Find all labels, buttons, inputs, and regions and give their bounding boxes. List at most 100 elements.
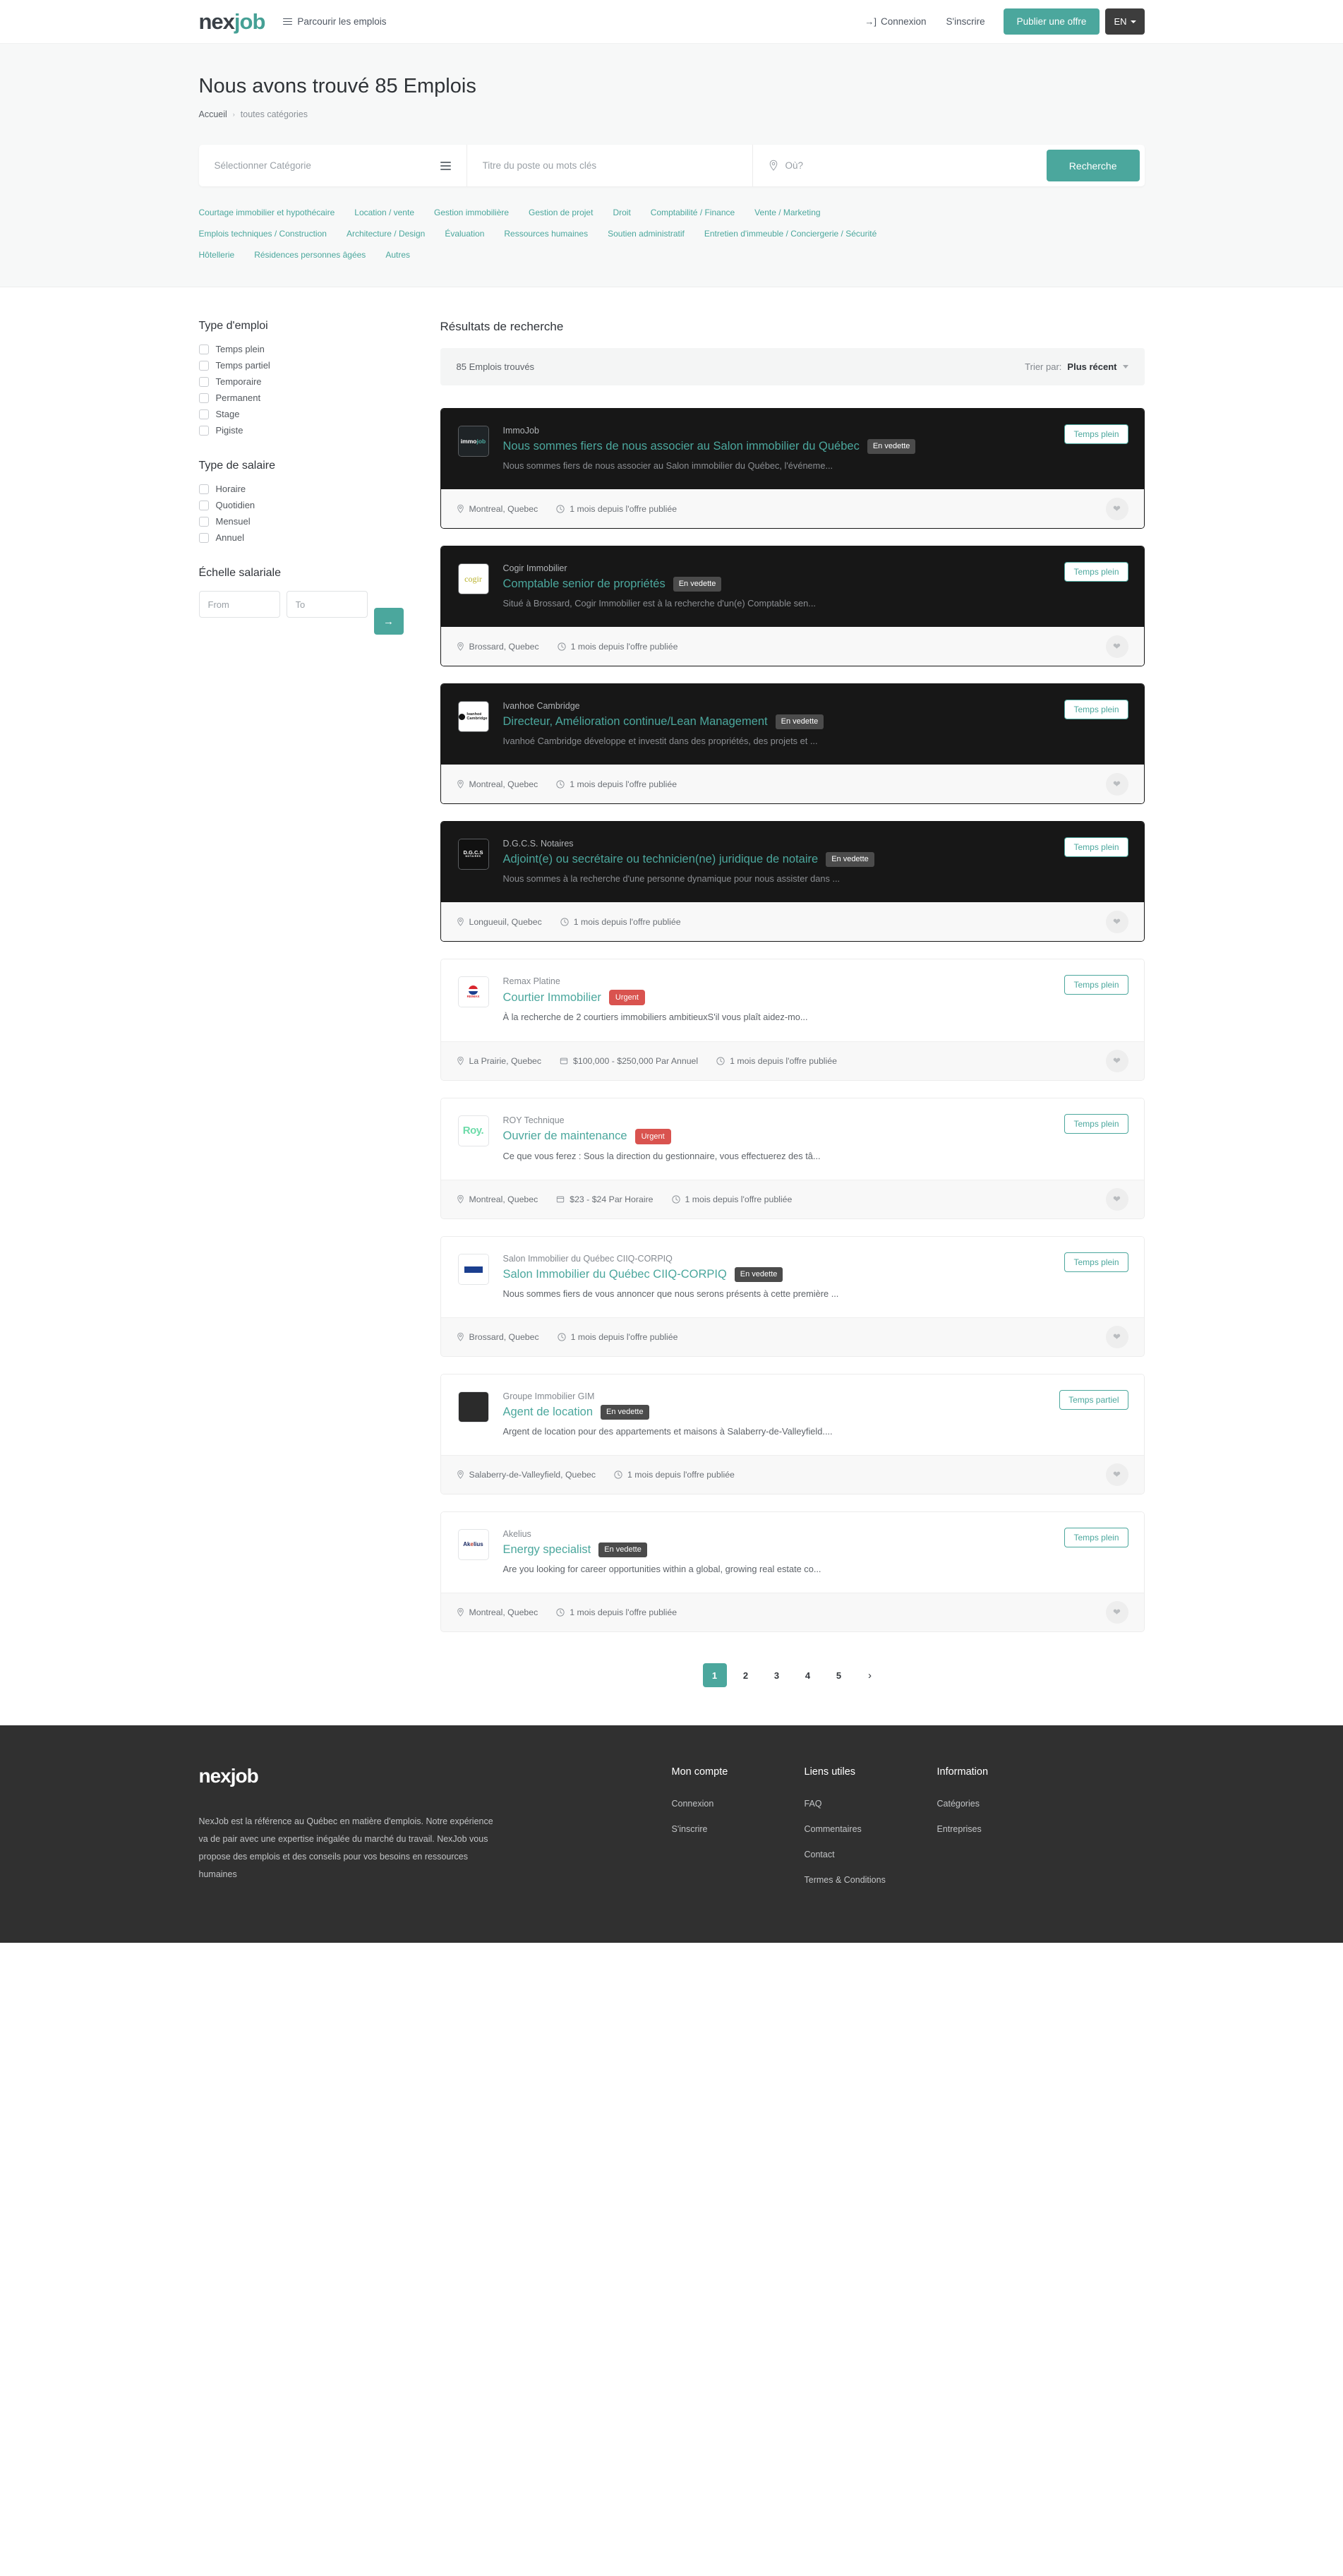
job-title-link[interactable]: Adjoint(e) ou secrétaire ou technicien(n… [503, 852, 819, 867]
job-type-badge[interactable]: Temps plein [1064, 837, 1128, 858]
job-type-badge[interactable]: Temps plein [1064, 424, 1128, 444]
filter-job-type-option[interactable]: Temporaire [198, 376, 411, 387]
job-title-link[interactable]: Courtier Immobilier [503, 990, 601, 1005]
category-tag[interactable]: Soutien administratif [608, 226, 685, 241]
checkbox-icon[interactable] [198, 344, 209, 354]
checkbox-icon[interactable] [198, 376, 209, 387]
job-card[interactable]: RE/MAX Remax Platine Courtier Immobilier Ur… [440, 959, 1145, 1081]
job-type-badge[interactable]: Temps plein [1064, 975, 1128, 995]
post-job-button[interactable]: Publier une offre [1003, 8, 1100, 35]
job-type-badge[interactable]: Temps plein [1064, 700, 1128, 720]
category-tag[interactable]: Autres [385, 247, 410, 263]
favorite-button[interactable]: ❤ [1105, 1049, 1128, 1072]
job-card[interactable]: Akelius Akelius Energy specialist En vedett… [440, 1511, 1145, 1633]
pagination-page-3[interactable]: 3 [765, 1663, 789, 1687]
checkbox-icon[interactable] [198, 409, 209, 419]
category-tag[interactable]: Hôtellerie [199, 247, 235, 263]
footer-link-contact[interactable]: Contact [805, 1850, 917, 1859]
pagination-next-button[interactable]: › [858, 1663, 882, 1687]
search-button[interactable]: Recherche [1046, 150, 1140, 181]
job-card[interactable]: immo job ImmoJob Nous sommes fiers de nous … [440, 408, 1145, 529]
signup-link[interactable]: S'inscrire [937, 16, 995, 27]
filter-job-type-option[interactable]: Stage [198, 409, 411, 419]
job-card[interactable]: D.G.C.S NOTAIRES D.G.C.S. Notaires Adjoint(… [440, 821, 1145, 942]
category-tag[interactable]: Architecture / Design [347, 226, 425, 241]
job-type-badge[interactable]: Temps plein [1064, 562, 1128, 582]
location-input[interactable] [785, 160, 1031, 171]
job-type-badge[interactable]: Temps partiel [1059, 1390, 1128, 1410]
category-tag[interactable]: Emplois techniques / Construction [199, 226, 327, 241]
checkbox-icon[interactable] [198, 360, 209, 371]
category-tag[interactable]: Résidences personnes âgées [254, 247, 366, 263]
category-select[interactable]: Sélectionner Catégorie [199, 145, 467, 186]
category-tag[interactable]: Gestion de projet [529, 205, 593, 220]
pagination-page-4[interactable]: 4 [796, 1663, 820, 1687]
filter-salary-type-option[interactable]: Annuel [198, 532, 411, 543]
category-tag[interactable]: Gestion immobilière [434, 205, 509, 220]
footer-link-categories[interactable]: Catégories [937, 1799, 1050, 1809]
checkbox-icon[interactable] [198, 500, 209, 510]
filter-salary-type-option[interactable]: Quotidien [198, 500, 411, 510]
job-card[interactable]: Roy. ROY Technique Ouvrier de maintenance U… [440, 1097, 1145, 1220]
job-title-link[interactable]: Comptable senior de propriétés [503, 577, 666, 592]
job-type-badge[interactable]: Temps plein [1064, 1252, 1128, 1273]
favorite-button[interactable]: ❤ [1105, 1326, 1128, 1349]
login-link[interactable]: →] Connexion [855, 16, 936, 27]
filter-salary-type-option[interactable]: Horaire [198, 484, 411, 494]
checkbox-icon[interactable] [198, 516, 209, 527]
breadcrumb-home[interactable]: Accueil [199, 109, 227, 119]
job-title-link[interactable]: Salon Immobilier du Québec CIIQ-CORPIQ [503, 1267, 727, 1282]
job-title-link[interactable]: Energy specialist [503, 1542, 591, 1557]
filter-job-type-option[interactable]: Temps partiel [198, 360, 411, 371]
job-title-link[interactable]: Directeur, Amélioration continue/Lean Ma… [503, 714, 768, 729]
footer-link-entreprises[interactable]: Entreprises [937, 1824, 1050, 1834]
category-tag[interactable]: Ressources humaines [504, 226, 588, 241]
job-card[interactable]: Salon Immobilier du Québec CIIQ-CORPIQ Sa… [440, 1236, 1145, 1358]
category-tag[interactable]: Évaluation [445, 226, 484, 241]
favorite-button[interactable]: ❤ [1105, 772, 1128, 796]
checkbox-icon[interactable] [198, 393, 209, 403]
category-tag[interactable]: Entretien d'immeuble / Conciergerie / Sé… [704, 226, 877, 241]
footer-link-connexion[interactable]: Connexion [672, 1799, 785, 1809]
category-tag[interactable]: Droit [613, 205, 630, 220]
favorite-button[interactable]: ❤ [1105, 1188, 1128, 1211]
favorite-button[interactable]: ❤ [1105, 635, 1128, 658]
pagination-page-1[interactable]: 1 [702, 1663, 727, 1688]
job-card[interactable]: Ivanhoé Cambridge Ivanhoe Cambridge Directe… [440, 683, 1145, 805]
checkbox-icon[interactable] [198, 532, 209, 543]
site-logo[interactable]: nexjob [199, 11, 266, 32]
favorite-button[interactable]: ❤ [1105, 1601, 1128, 1624]
location-field[interactable] [753, 145, 1047, 186]
language-selector[interactable]: EN [1105, 8, 1145, 35]
salary-from-input[interactable] [198, 591, 280, 618]
checkbox-icon[interactable] [198, 484, 209, 494]
job-title-link[interactable]: Nous sommes fiers de nous associer au Sa… [503, 439, 860, 454]
footer-link-sinscrire[interactable]: S'inscrire [672, 1824, 785, 1834]
category-tag[interactable]: Courtage immobilier et hypothécaire [199, 205, 335, 220]
job-type-badge[interactable]: Temps plein [1064, 1113, 1128, 1134]
keyword-input[interactable] [482, 160, 737, 171]
footer-link-termes[interactable]: Termes & Conditions [805, 1875, 917, 1885]
sort-dropdown[interactable]: Trier par: Plus récent [1025, 361, 1128, 372]
filter-job-type-option[interactable]: Temps plein [198, 344, 411, 354]
favorite-button[interactable]: ❤ [1105, 497, 1128, 520]
browse-jobs-link[interactable]: Parcourir les emplois [283, 16, 386, 27]
filter-job-type-option[interactable]: Permanent [198, 393, 411, 403]
favorite-button[interactable]: ❤ [1105, 910, 1128, 933]
favorite-button[interactable]: ❤ [1105, 1463, 1128, 1487]
salary-range-submit-button[interactable]: → [373, 608, 404, 635]
checkbox-icon[interactable] [198, 425, 209, 436]
category-tag[interactable]: Comptabilité / Finance [651, 205, 735, 220]
pagination-page-2[interactable]: 2 [734, 1663, 758, 1687]
job-title-link[interactable]: Agent de location [503, 1405, 594, 1420]
salary-to-input[interactable] [286, 591, 368, 618]
footer-link-commentaires[interactable]: Commentaires [805, 1824, 917, 1834]
category-tag[interactable]: Location / vente [354, 205, 414, 220]
filter-salary-type-option[interactable]: Mensuel [198, 516, 411, 527]
category-tag[interactable]: Vente / Marketing [754, 205, 820, 220]
job-type-badge[interactable]: Temps plein [1064, 1528, 1128, 1548]
job-card[interactable]: cogir Cogir Immobilier Comptable senior de… [440, 546, 1145, 667]
job-title-link[interactable]: Ouvrier de maintenance [503, 1129, 627, 1144]
job-card[interactable]: Groupe Immobilier GIM Agent de location En… [440, 1374, 1145, 1495]
pagination-page-5[interactable]: 5 [827, 1663, 851, 1687]
